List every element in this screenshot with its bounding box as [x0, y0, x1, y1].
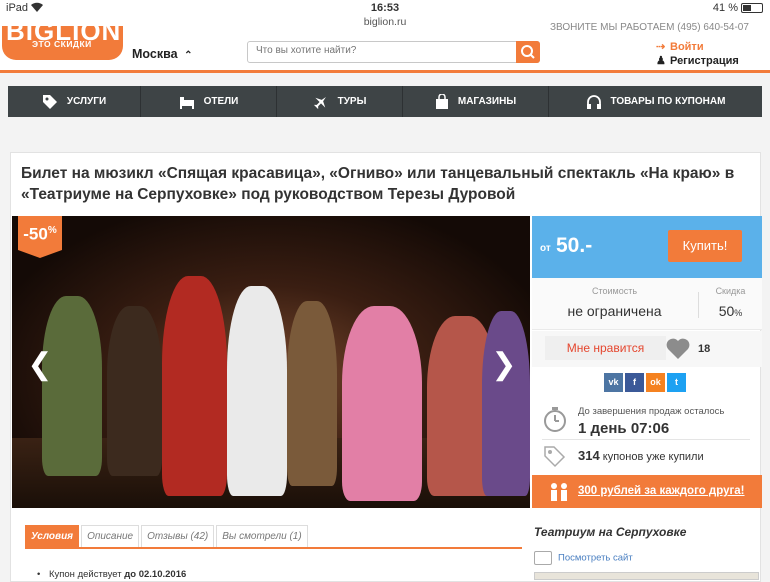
nav-label: ОТЕЛИ [203, 96, 239, 107]
plane-icon [313, 96, 326, 109]
browser-icon [534, 551, 552, 565]
timer-value: 1 день 07:06 [578, 420, 670, 437]
photo-prev-button[interactable]: ❮ [23, 345, 57, 385]
coupon-valid-prefix: Купон действует [48, 569, 125, 580]
facebook-icon[interactable]: f [625, 373, 644, 392]
logo[interactable]: BIGLION ЭТО СКИДКИ [2, 26, 123, 60]
logo-tagline: ЭТО СКИДКИ [32, 39, 92, 49]
nav-label: ТУРЫ [337, 96, 367, 107]
tag-icon [42, 94, 57, 109]
site-header: ЗВОНИТЕ МЫ РАБОТАЕМ (495) 640-54-07 BIGL… [0, 22, 770, 73]
search-button[interactable] [516, 41, 540, 63]
tab-reviews[interactable]: Отзывы (42) [141, 525, 215, 547]
social-share: vk f ok t [604, 373, 686, 392]
discount-unit: % [734, 308, 743, 318]
photo-next-button[interactable]: ❯ [487, 345, 521, 385]
main-nav: УСЛУГИ ОТЕЛИ ТУРЫ МАГАЗИНЫ ТОВАРЫ ПО КУП… [8, 86, 762, 117]
search-icon [521, 45, 535, 59]
discount-value: 50 [718, 303, 735, 319]
clock-icon [544, 407, 566, 432]
cost-value: не ограничена [567, 303, 662, 319]
deal-card: Билет на мюзикл «Спящая красавица», «Огн… [10, 152, 762, 582]
price-value: 50.- [556, 234, 593, 257]
deal-title: Билет на мюзикл «Спящая красавица», «Огн… [21, 165, 735, 203]
nav-item-hotels[interactable]: ОТЕЛИ [141, 86, 277, 117]
headphones-icon [586, 94, 601, 109]
nav-item-shops[interactable]: МАГАЗИНЫ [403, 86, 549, 117]
venue-map[interactable] [534, 572, 759, 580]
photo-performer [287, 301, 337, 486]
coupons-count: 314 [578, 448, 600, 463]
photo-performer [107, 306, 162, 476]
deal-tabs: Условия Описание Отзывы (42) Вы смотрели… [25, 525, 522, 549]
login-icon: ⇢ [656, 41, 666, 53]
nav-label: ТОВАРЫ ПО КУПОНАМ [610, 96, 726, 107]
photo-performer [342, 306, 422, 501]
nav-item-services[interactable]: УСЛУГИ [8, 86, 141, 117]
photo-performer [42, 296, 102, 476]
coupons-label: купонов уже купили [602, 451, 704, 463]
timer-divider [542, 439, 750, 440]
venue-site-link[interactable]: Посмотреть сайт [534, 551, 633, 565]
chevron-left-icon: ❮ [27, 348, 53, 381]
battery-percent: 41 % [712, 2, 738, 14]
discount-value-box: 50% [699, 303, 762, 319]
status-time: 16:53 [370, 2, 400, 14]
venue-name: Театриум на Серпуховке [534, 525, 687, 539]
login-link[interactable]: ⇢ Войти [656, 40, 704, 53]
nav-label: МАГАЗИНЫ [457, 96, 517, 107]
search-box [247, 41, 540, 63]
invite-friends-banner[interactable]: 300 рублей за каждого друга! [532, 475, 762, 508]
tab-description[interactable]: Описание [81, 525, 140, 547]
discount-label: Скидка [715, 286, 746, 296]
tab-conditions[interactable]: Условия [25, 525, 80, 547]
login-label: Войти [670, 41, 704, 53]
shopping-bag-icon [435, 93, 448, 109]
photo-performer [482, 311, 530, 496]
photo-performer [227, 286, 287, 496]
coupons-sold: 314 купонов уже купили [578, 448, 704, 463]
buy-button[interactable]: Купить! [668, 230, 742, 262]
conditions-list-item: Купон действует до 02.10.2016 [37, 569, 186, 580]
nav-label: УСЛУГИ [66, 96, 107, 107]
coupon-valid-date: до 02.10.2016 [124, 569, 187, 580]
header-phone-cut: ЗВОНИТЕ МЫ РАБОТАЕМ (495) 640-54-07 [550, 22, 749, 33]
discount-badge: -50% [18, 216, 62, 258]
like-count: 18 [698, 343, 711, 355]
like-button[interactable]: Мне нравится [545, 336, 666, 360]
city-label: Москва [132, 47, 178, 61]
discount-badge-value: -50 [23, 224, 48, 244]
coupon-tag-icon [544, 446, 566, 468]
heart-icon [666, 338, 690, 359]
likes-row: Мне нравится 18 [532, 331, 762, 367]
battery-icon [741, 3, 763, 13]
sales-timer: До завершения продаж осталось 1 день 07:… [532, 401, 762, 469]
twitter-icon[interactable]: t [667, 373, 686, 392]
nav-item-coupon-goods[interactable]: ТОВАРЫ ПО КУПОНАМ [549, 86, 762, 117]
odnoklassniki-icon[interactable]: ok [646, 373, 665, 392]
tab-viewed[interactable]: Вы смотрели (1) [216, 525, 308, 547]
register-label: Регистрация [670, 55, 739, 67]
deal-stats: Стоимость не ограничена Скидка 50% [532, 278, 762, 330]
user-icon: ♟ [656, 55, 666, 67]
city-selector[interactable]: Москва ⌃ [132, 47, 192, 61]
chevron-right-icon: ❯ [491, 348, 517, 381]
chevron-up-icon: ⌃ [184, 50, 193, 61]
discount-badge-sup: % [47, 225, 57, 236]
search-input[interactable] [256, 45, 506, 56]
photo-performer [162, 276, 227, 496]
hotel-icon [179, 96, 194, 109]
vk-icon[interactable]: vk [604, 373, 623, 392]
invite-text: 300 рублей за каждого друга! [578, 485, 745, 497]
cost-label: Стоимость [591, 286, 638, 296]
register-link[interactable]: ♟ Регистрация [656, 54, 739, 67]
nav-item-tours[interactable]: ТУРЫ [277, 86, 403, 117]
venue-site-label: Посмотреть сайт [558, 552, 633, 564]
deal-photo[interactable] [12, 216, 530, 508]
price-prefix: от [540, 243, 551, 254]
timer-label: До завершения продаж осталось [578, 406, 725, 417]
friends-icon [551, 483, 567, 501]
price-box: от 50.- Купить! [532, 216, 762, 278]
